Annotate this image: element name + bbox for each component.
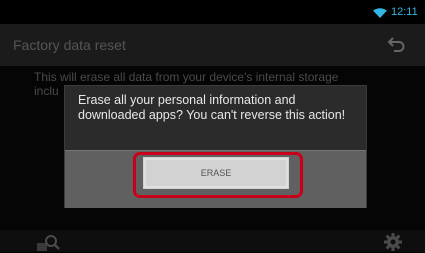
erase-button[interactable]: ERASE: [143, 157, 289, 189]
page-title: Factory data reset: [13, 37, 126, 53]
dialog-button-bar: ERASE: [65, 150, 366, 208]
status-bar: 12:11: [0, 0, 425, 24]
bottom-bar: [0, 230, 425, 252]
search-icon[interactable]: [36, 232, 62, 252]
action-bar: Factory data reset: [0, 24, 425, 66]
wifi-icon: [373, 8, 387, 18]
reset-description-continued: inclu: [34, 84, 59, 98]
back-icon[interactable]: [386, 36, 406, 54]
reset-description: This will erase all data from your devic…: [34, 70, 339, 84]
confirm-erase-dialog: Erase all your personal information and …: [64, 85, 367, 208]
status-clock: 12:11: [391, 6, 418, 18]
settings-icon[interactable]: [382, 231, 404, 253]
dialog-message: Erase all your personal information and …: [78, 93, 346, 122]
